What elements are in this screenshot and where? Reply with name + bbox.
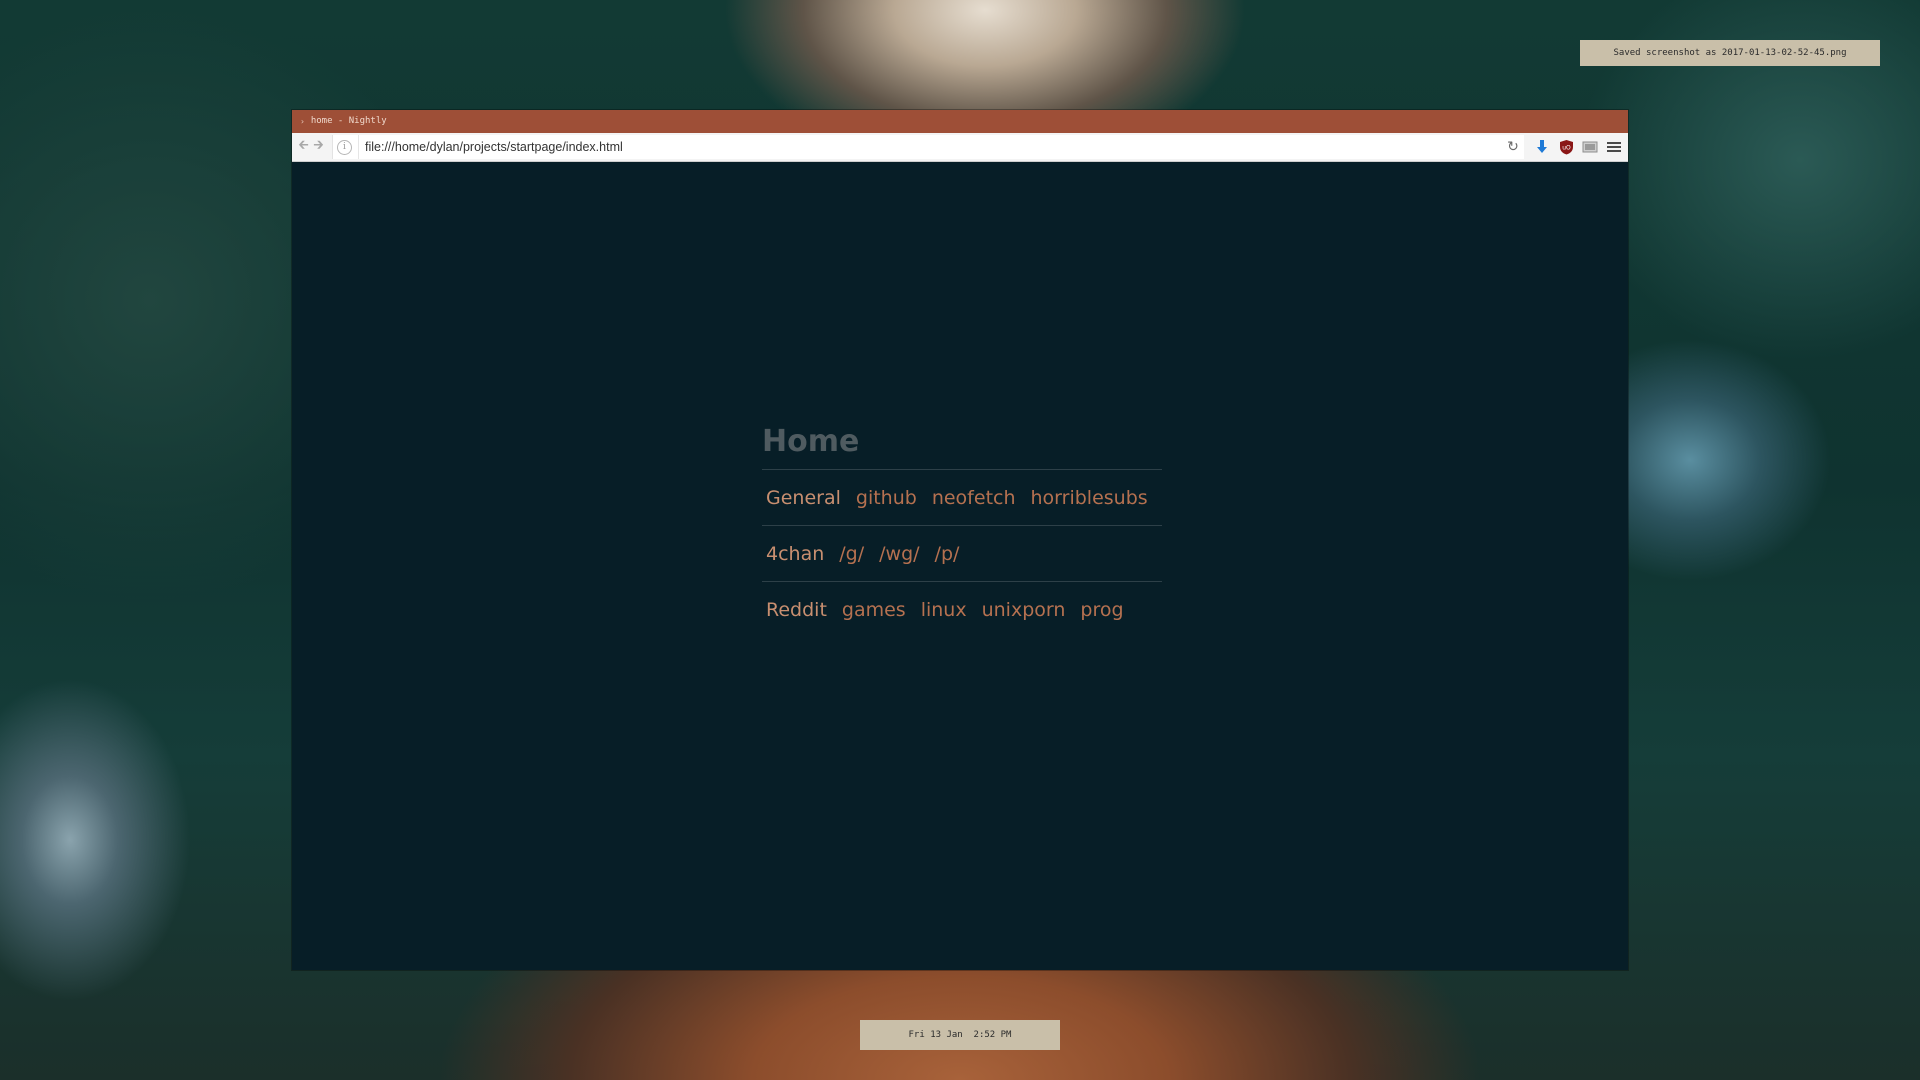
link-neofetch[interactable]: neofetch: [932, 487, 1016, 509]
row-heading[interactable]: General: [766, 487, 841, 509]
link-unixporn[interactable]: unixporn: [982, 599, 1066, 621]
link-p[interactable]: /p/: [935, 543, 960, 565]
window-title: home - Nightly: [310, 116, 387, 126]
link-wg[interactable]: /wg/: [879, 543, 919, 565]
link-row-reddit: Reddit games linux unixporn prog: [762, 581, 1162, 637]
ublock-icon[interactable]: uO: [1558, 139, 1574, 155]
forward-arrow-icon[interactable]: 🡲: [311, 137, 326, 157]
link-g[interactable]: /g/: [839, 543, 864, 565]
toolbar-icons: uO: [1524, 139, 1628, 155]
link-games[interactable]: games: [842, 599, 906, 621]
row-heading[interactable]: Reddit: [766, 599, 827, 621]
link-prog[interactable]: prog: [1080, 599, 1123, 621]
extension-icon[interactable]: [1582, 139, 1598, 155]
link-row-4chan: 4chan /g/ /wg/ /p/: [762, 525, 1162, 581]
page-title: Home: [762, 424, 860, 459]
back-arrow-icon[interactable]: 🡰: [296, 137, 311, 157]
startpage: Home General github neofetch horriblesub…: [762, 424, 1162, 637]
link-github[interactable]: github: [856, 487, 917, 509]
menu-icon[interactable]: [1606, 139, 1622, 155]
page-content: Home General github neofetch horriblesub…: [292, 162, 1628, 970]
link-linux[interactable]: linux: [921, 599, 967, 621]
screenshot-notification: Saved screenshot as 2017-01-13-02-52-45.…: [1580, 40, 1880, 66]
row-heading[interactable]: 4chan: [766, 543, 824, 565]
link-row-general: General github neofetch horriblesubs: [762, 469, 1162, 525]
link-horriblesubs[interactable]: horriblesubs: [1031, 487, 1148, 509]
info-icon[interactable]: i: [337, 139, 352, 155]
download-icon[interactable]: [1534, 139, 1550, 155]
clock-bar: Fri 13 Jan 2:52 PM: [860, 1020, 1060, 1050]
navigation-bar: 🡰 🡲 i file:///home/dylan/projects/startp…: [292, 133, 1628, 162]
window-titlebar[interactable]: › home - Nightly: [292, 110, 1628, 133]
title-chevron-icon: ›: [300, 117, 305, 126]
browser-window: › home - Nightly 🡰 🡲 i file:///home/dyla…: [292, 110, 1628, 970]
clock-text: Fri 13 Jan 2:52 PM: [908, 1030, 1012, 1040]
svg-text:uO: uO: [1562, 145, 1571, 152]
notification-text: Saved screenshot as 2017-01-13-02-52-45.…: [1613, 48, 1847, 58]
url-text[interactable]: file:///home/dylan/projects/startpage/in…: [358, 135, 1502, 159]
reload-icon[interactable]: ↻: [1502, 139, 1524, 155]
url-bar[interactable]: i file:///home/dylan/projects/startpage/…: [332, 135, 1524, 159]
